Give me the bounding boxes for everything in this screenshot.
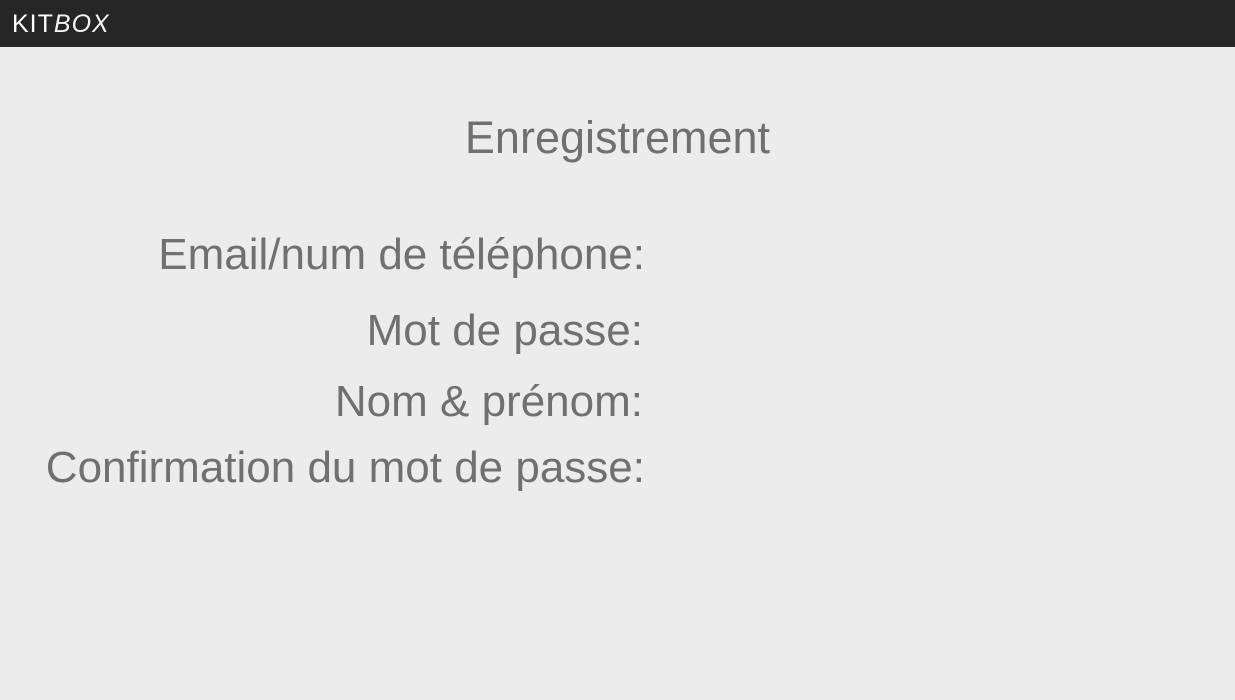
email-phone-label: Email/num de téléphone: [158,230,645,279]
confirm-password-label: Confirmation du mot de passe: [45,443,645,492]
logo-text-kit: KIT [12,10,54,38]
full-name-label: Nom & prénom: [334,377,643,426]
kitbox-logo[interactable]: KITBOX [12,9,110,39]
top-bar: KITBOX [0,0,1235,47]
page-title: Enregistrement [464,112,771,163]
logo-text-box: BOX [53,10,110,38]
password-label: Mot de passe: [366,306,643,355]
